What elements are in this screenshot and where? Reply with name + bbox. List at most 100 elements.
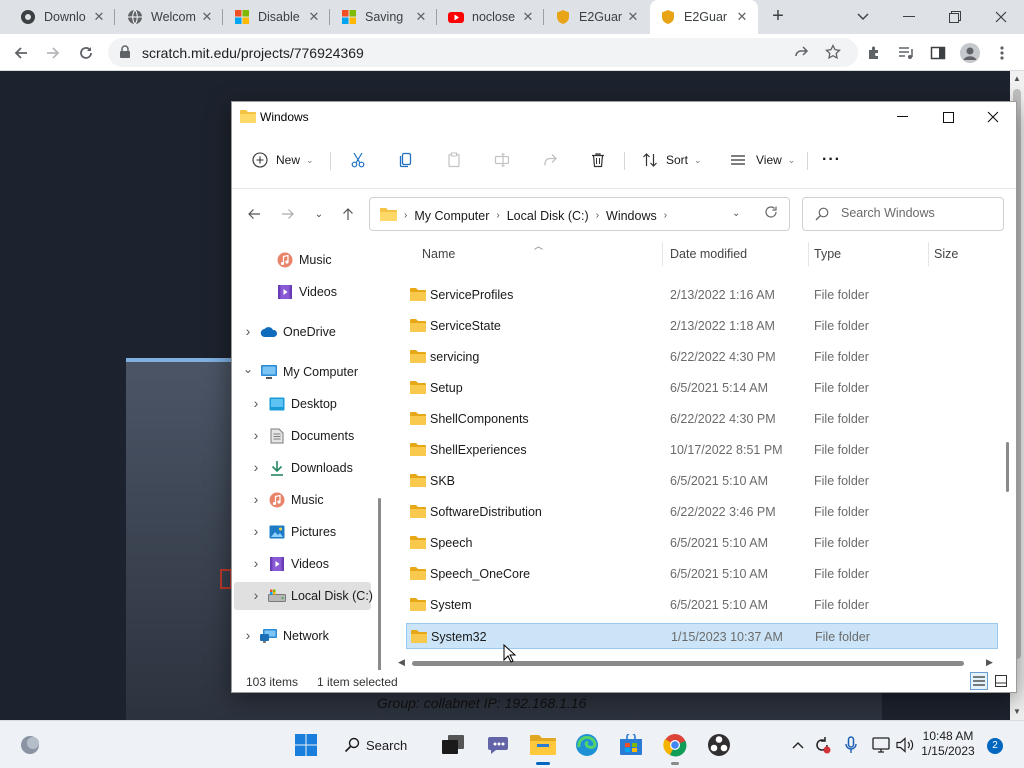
- delete-button[interactable]: [588, 146, 608, 174]
- nav-item[interactable]: ⌄ My Computer: [234, 358, 371, 386]
- address-history-chevron-icon[interactable]: ⌄: [732, 208, 740, 219]
- forward-arrow-icon[interactable]: [40, 40, 66, 66]
- column-name-header[interactable]: Name: [422, 247, 455, 261]
- file-row[interactable]: Speech 6/5/2021 5:10 AM File folder: [406, 530, 998, 556]
- horizontal-scrollbar[interactable]: ◀ ▶: [398, 657, 994, 669]
- extensions-puzzle-icon[interactable]: [861, 40, 887, 66]
- browser-tab[interactable]: Welcom ✕: [117, 0, 223, 34]
- breadcrumb-chevron-icon[interactable]: ›: [496, 210, 499, 221]
- nav-item[interactable]: › Local Disk (C:): [234, 582, 373, 610]
- profile-avatar-icon[interactable]: [957, 40, 983, 66]
- start-windows-icon[interactable]: [290, 729, 322, 761]
- close-browser-button[interactable]: [978, 0, 1024, 34]
- column-divider[interactable]: [808, 242, 809, 266]
- expand-chevron-icon[interactable]: ›: [250, 587, 262, 603]
- scroll-down-arrow-icon[interactable]: ▼: [1012, 707, 1022, 716]
- breadcrumb-local-disk[interactable]: Local Disk (C:): [507, 209, 589, 223]
- file-row[interactable]: ShellExperiences 10/17/2022 8:51 PM File f…: [406, 437, 998, 463]
- file-row[interactable]: System32 1/15/2023 10:37 AM File folder: [406, 623, 998, 649]
- more-options-button[interactable]: ···: [822, 146, 841, 174]
- column-type-header[interactable]: Type: [814, 247, 841, 261]
- network-status-icon[interactable]: [871, 735, 891, 755]
- paste-button[interactable]: [444, 146, 464, 174]
- file-explorer-icon[interactable]: [527, 729, 559, 765]
- expand-chevron-icon[interactable]: ›: [242, 323, 254, 339]
- column-divider[interactable]: [928, 242, 929, 266]
- expand-chevron-icon[interactable]: ›: [250, 427, 262, 443]
- nav-item[interactable]: › Documents: [234, 422, 371, 450]
- close-window-button[interactable]: [970, 102, 1016, 132]
- file-list-scrollbar[interactable]: [1006, 442, 1009, 492]
- address-bar[interactable]: scratch.mit.edu/projects/776924369: [108, 38, 858, 67]
- notification-badge[interactable]: 2: [987, 738, 1003, 754]
- horizontal-scrollbar-thumb[interactable]: [412, 661, 964, 666]
- microsoft-store-icon[interactable]: [615, 729, 647, 761]
- share-button[interactable]: [540, 146, 560, 174]
- nav-item[interactable]: Videos: [234, 278, 371, 306]
- breadcrumb-my-computer[interactable]: My Computer: [414, 209, 489, 223]
- file-row[interactable]: Setup 6/5/2021 5:14 AM File folder: [406, 375, 998, 401]
- taskbar-search-button[interactable]: Search: [344, 731, 420, 759]
- nav-item[interactable]: › Downloads: [234, 454, 371, 482]
- browser-menu-icon[interactable]: [989, 40, 1015, 66]
- minimize-window-button[interactable]: [879, 102, 925, 132]
- task-view-icon[interactable]: [437, 729, 469, 761]
- browser-tab[interactable]: noclose ✕: [438, 0, 544, 34]
- file-row[interactable]: ServiceState 2/13/2022 1:18 AM File folder: [406, 313, 998, 339]
- tab-close-icon[interactable]: ✕: [91, 9, 107, 25]
- breadcrumb-chevron-icon[interactable]: ›: [664, 210, 667, 221]
- explorer-title-bar[interactable]: Windows: [232, 102, 1016, 132]
- edge-browser-icon[interactable]: [571, 729, 603, 761]
- up-arrow-icon[interactable]: [338, 204, 358, 224]
- obs-studio-icon[interactable]: [703, 729, 735, 761]
- file-row[interactable]: ServiceProfiles 2/13/2022 1:16 AM File fol…: [406, 282, 998, 308]
- file-row[interactable]: servicing 6/22/2022 4:30 PM File folder: [406, 344, 998, 370]
- microphone-icon[interactable]: [841, 735, 861, 755]
- media-queue-icon[interactable]: [893, 40, 919, 66]
- scroll-up-arrow-icon[interactable]: ▲: [1012, 74, 1022, 83]
- scroll-right-arrow-icon[interactable]: ▶: [986, 657, 993, 668]
- sync-alert-icon[interactable]: [812, 735, 832, 755]
- side-panel-icon[interactable]: [925, 40, 951, 66]
- browser-tab[interactable]: E2Guar ✕: [545, 0, 649, 34]
- expand-chevron-icon[interactable]: ›: [250, 395, 262, 411]
- details-view-icon[interactable]: [970, 672, 988, 690]
- recent-locations-chevron-icon[interactable]: ⌄: [309, 204, 329, 224]
- maximize-window-button[interactable]: [925, 102, 971, 132]
- tab-close-icon[interactable]: ✕: [199, 9, 215, 25]
- back-arrow-icon[interactable]: [8, 40, 34, 66]
- share-icon[interactable]: [792, 44, 810, 62]
- browser-tab-active[interactable]: E2Guar ✕: [650, 0, 758, 34]
- forward-arrow-icon[interactable]: [278, 204, 298, 224]
- explorer-address-bar[interactable]: › My Computer › Local Disk (C:) › Window…: [369, 197, 790, 231]
- new-button[interactable]: New ⌄: [250, 146, 314, 174]
- nav-item[interactable]: › OneDrive: [234, 318, 371, 346]
- nav-item[interactable]: Music: [234, 246, 371, 274]
- cut-button[interactable]: [348, 146, 368, 174]
- nav-item[interactable]: › Pictures: [234, 518, 371, 546]
- file-row[interactable]: SoftwareDistribution 6/22/2022 3:46 PM Fil…: [406, 499, 998, 525]
- reload-icon[interactable]: [73, 40, 99, 66]
- browser-tab[interactable]: Saving ✕: [331, 0, 437, 34]
- new-tab-button[interactable]: +: [766, 5, 790, 29]
- back-arrow-icon[interactable]: [244, 204, 264, 224]
- breadcrumb-windows[interactable]: Windows: [606, 209, 657, 223]
- large-icons-view-icon[interactable]: [992, 672, 1010, 690]
- nav-item[interactable]: › Videos: [234, 550, 371, 578]
- expand-chevron-icon[interactable]: ›: [242, 627, 254, 643]
- tab-close-icon[interactable]: ✕: [625, 9, 641, 25]
- file-row[interactable]: SKB 6/5/2021 5:10 AM File folder: [406, 468, 998, 494]
- search-box[interactable]: [802, 197, 1004, 231]
- chrome-browser-icon[interactable]: [659, 729, 691, 765]
- system-clock[interactable]: 10:48 AM 1/15/2023: [912, 729, 984, 759]
- nav-item[interactable]: › Music: [234, 486, 371, 514]
- file-row[interactable]: Speech_OneCore 6/5/2021 5:10 AM File folde…: [406, 561, 998, 587]
- nav-item[interactable]: › Network: [234, 622, 371, 650]
- search-input[interactable]: [841, 206, 991, 220]
- browser-tab[interactable]: Downlo ✕: [10, 0, 115, 34]
- tab-close-icon[interactable]: ✕: [520, 9, 536, 25]
- copy-button[interactable]: [396, 146, 416, 174]
- tab-close-icon[interactable]: ✕: [413, 9, 429, 25]
- nav-item[interactable]: › Desktop: [234, 390, 371, 418]
- tab-close-icon[interactable]: ✕: [306, 9, 322, 25]
